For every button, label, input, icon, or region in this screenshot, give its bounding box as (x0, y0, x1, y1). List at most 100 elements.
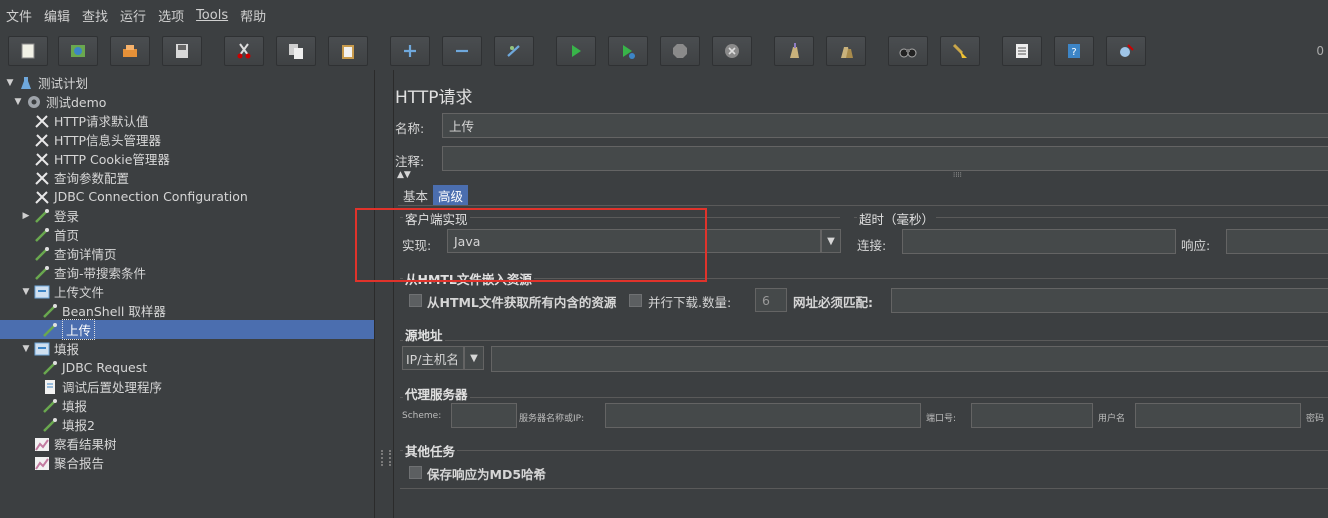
proxy-server-label: 服务器名称或IP: (519, 414, 585, 424)
source-address-field[interactable] (491, 346, 1328, 372)
stop-icon (673, 44, 687, 58)
url-match-label: 网址必须匹配: (793, 295, 873, 310)
resize-grip[interactable]: ⁞⁞⁞⁞ (953, 171, 962, 179)
cut-button[interactable] (224, 36, 264, 66)
tree-item-test-plan[interactable]: ▼ 测试计划 (4, 73, 88, 92)
collapse-arrows[interactable]: ▲▼ (397, 170, 411, 180)
tree-item-controller[interactable]: ▼ 填报 (20, 339, 79, 358)
shutdown-button[interactable] (712, 36, 752, 66)
tree-item-sampler[interactable]: JDBC Request (42, 358, 147, 377)
gear-icon (26, 94, 42, 110)
collapse-button[interactable] (442, 36, 482, 66)
menu-search[interactable]: 查找 (76, 6, 114, 25)
proxy-user-label: 用户名 (1098, 414, 1126, 424)
clear-all-icon (841, 47, 853, 58)
tab-basic[interactable]: 基本 (398, 185, 433, 205)
tree-item-config[interactable]: JDBC Connection Configuration (34, 187, 248, 206)
save-button[interactable] (162, 36, 202, 66)
start-button[interactable] (556, 36, 596, 66)
clear-button[interactable] (774, 36, 814, 66)
menu-help[interactable]: 帮助 (234, 6, 272, 25)
proxy-password-label: 密码 (1306, 414, 1325, 424)
connect-timeout-label: 连接: (857, 238, 887, 253)
wrench-icon (34, 189, 50, 205)
menu-run[interactable]: 运行 (114, 6, 152, 25)
scheme-field[interactable] (451, 403, 517, 428)
connect-timeout-field[interactable] (902, 229, 1176, 254)
pipette-icon (42, 303, 58, 319)
proxy-server-field[interactable] (605, 403, 921, 428)
tree-item-sampler[interactable]: 查询详情页 (34, 244, 117, 263)
tree-item-config[interactable]: HTTP Cookie管理器 (34, 149, 170, 168)
search-button[interactable] (888, 36, 928, 66)
tab-advanced[interactable]: 高级 (433, 185, 469, 205)
start-no-pause-icon (623, 45, 635, 59)
help-button[interactable]: ? (1054, 36, 1094, 66)
split-pane-divider[interactable] (374, 70, 394, 518)
wrench-icon (34, 113, 50, 129)
test-plan-tree[interactable]: ▼ 测试计划 ▼ 测试demo HTTP请求默认值 HTTP信息头管理器 HTTP … (0, 70, 374, 518)
copy-button[interactable] (276, 36, 316, 66)
wrench-icon (34, 132, 50, 148)
stop-button[interactable] (660, 36, 700, 66)
proxy-port-field[interactable] (971, 403, 1093, 428)
tree-item-thread-group[interactable]: ▼ 测试demo (12, 92, 107, 111)
http-request-panel: HTTP请求 名称: 上传 注释: ▲▼ ⁞⁞⁞⁞ 基本 高级 客户端实现 实现… (395, 70, 1328, 518)
other-tasks-title: 其他任务 (403, 441, 458, 460)
tree-item-sampler[interactable]: BeanShell 取样器 (42, 301, 166, 320)
start-no-pause-button[interactable] (608, 36, 648, 66)
tree-item-sampler[interactable]: 首页 (34, 225, 79, 244)
tree-item-listener[interactable]: 聚合报告 (34, 453, 104, 472)
divider-grip[interactable] (381, 450, 391, 466)
tree-item-listener[interactable]: 察看结果树 (34, 434, 117, 453)
source-type-dropdown-button[interactable]: ▼ (464, 346, 484, 370)
remote-button[interactable] (1106, 36, 1146, 66)
menubar: 文件 编辑 查找 运行 选项 Tools 帮助 (0, 0, 1328, 30)
scheme-label: Scheme: (402, 411, 442, 421)
tree-item-config[interactable]: 查询参数配置 (34, 168, 129, 187)
menu-tools[interactable]: Tools (190, 8, 234, 23)
templates-button[interactable] (58, 36, 98, 66)
parallel-count-field[interactable]: 6 (755, 288, 787, 312)
tree-item-config[interactable]: HTTP信息头管理器 (34, 130, 161, 149)
name-label: 名称: (395, 121, 425, 136)
tree-item-selected-sampler[interactable]: 上传 (0, 319, 374, 340)
tree-item-controller[interactable]: ▼ 上传文件 (20, 282, 104, 301)
pipette-icon (42, 398, 58, 414)
pipette-icon (42, 322, 58, 338)
menu-file[interactable]: 文件 (0, 6, 38, 25)
highlight-annotation (355, 208, 707, 282)
parallel-download-label: 并行下载.数量: (648, 295, 732, 310)
tree-item-sampler[interactable]: ▶ 登录 (20, 206, 79, 225)
proxy-user-field[interactable] (1135, 403, 1301, 428)
new-file-button[interactable] (8, 36, 48, 66)
menu-edit[interactable]: 编辑 (38, 6, 76, 25)
tree-item-config[interactable]: HTTP请求默认值 (34, 111, 149, 130)
md5-checkbox[interactable] (409, 466, 422, 479)
name-field[interactable]: 上传 (442, 113, 1328, 138)
url-match-field[interactable] (891, 288, 1328, 313)
tree-item-post-processor[interactable]: 调试后置处理程序 (42, 377, 162, 396)
function-helper-button[interactable] (1002, 36, 1042, 66)
open-button[interactable] (110, 36, 150, 66)
response-timeout-field[interactable] (1226, 229, 1328, 254)
controller-icon (34, 341, 50, 357)
tree-item-sampler[interactable]: 查询-带搜索条件 (34, 263, 146, 282)
collapse-icon (456, 49, 468, 53)
pipette-icon (34, 246, 50, 262)
help-icon: ? (1068, 44, 1080, 58)
clear-all-button[interactable] (826, 36, 866, 66)
retrieve-resources-checkbox[interactable] (409, 294, 422, 307)
source-type-select[interactable]: IP/主机名 (402, 346, 464, 370)
tree-item-sampler[interactable]: 填报 (42, 396, 87, 415)
menu-options[interactable]: 选项 (152, 6, 190, 25)
toggle-button[interactable] (494, 36, 534, 66)
comment-field[interactable] (442, 146, 1328, 171)
tree-item-sampler[interactable]: 填报2 (42, 415, 95, 434)
parallel-download-checkbox[interactable] (629, 294, 642, 307)
paste-button[interactable] (328, 36, 368, 66)
document-icon (42, 379, 58, 395)
expand-button[interactable] (390, 36, 430, 66)
impl-dropdown-button[interactable]: ▼ (821, 229, 841, 253)
reset-search-button[interactable] (940, 36, 980, 66)
